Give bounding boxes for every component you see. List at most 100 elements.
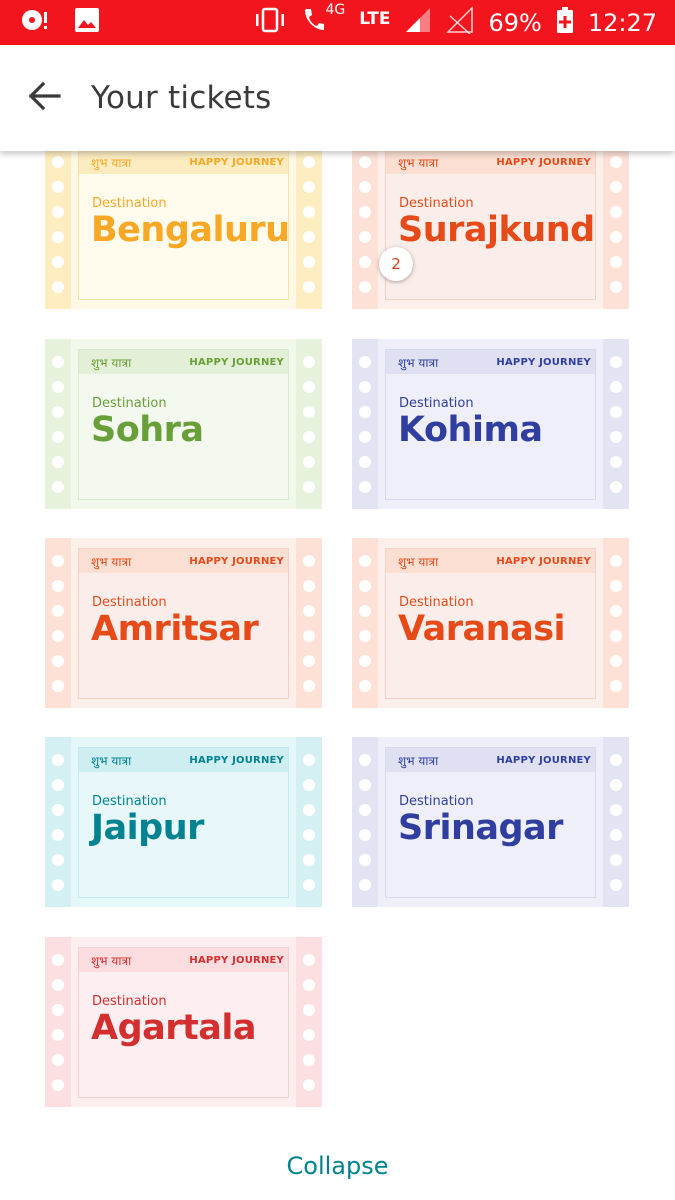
page-title: Your tickets	[91, 80, 272, 116]
ticket-perforation	[52, 255, 64, 268]
ticket-greeting-english: HAPPY JOURNEY	[496, 754, 591, 766]
ticket-perforation	[52, 405, 64, 418]
ticket-edge-left	[45, 937, 71, 1107]
destination-city: Jaipur	[91, 808, 204, 848]
network-label: LTE	[359, 8, 391, 29]
ticket-card[interactable]: शुभ यात्रा HAPPY JOURNEY Destination Varana…	[352, 538, 629, 708]
ticket-card[interactable]: शुभ यात्रा HAPPY JOURNEY Destination Srinag…	[352, 737, 629, 907]
ticket-greeting-hindi: शुभ यात्रा	[398, 355, 439, 370]
ticket-greeting-hindi: शुभ यात्रा	[91, 554, 132, 569]
ticket-perforation	[303, 878, 315, 891]
ticket-perforation	[359, 455, 371, 468]
arrow-left-icon	[28, 81, 62, 116]
ticket-greeting-hindi: शुभ यात्रा	[91, 355, 132, 370]
ticket-header: शुभ यात्रा HAPPY JOURNEY	[79, 549, 288, 573]
ticket-perforation	[303, 1078, 315, 1091]
ticket-edge-right	[603, 151, 629, 309]
ticket-perforation	[359, 405, 371, 418]
ticket-perforation	[359, 604, 371, 617]
destination-label: Destination	[399, 196, 474, 211]
ticket-body: शुभ यात्रा HAPPY JOURNEY Destination Bengal…	[71, 151, 296, 309]
ticket-inner: शुभ यात्रा HAPPY JOURNEY Destination Agarta…	[78, 947, 289, 1098]
ticket-greeting-hindi: शुभ यात्रा	[91, 155, 132, 170]
ticket-perforation	[303, 255, 315, 268]
ticket-card[interactable]: शुभ यात्रा HAPPY JOURNEY Destination Amrits…	[45, 538, 322, 708]
ticket-greeting-english: HAPPY JOURNEY	[189, 754, 284, 766]
destination-city: Sohra	[91, 410, 204, 450]
ticket-card[interactable]: शुभ यात्रा HAPPY JOURNEY Destination Bengal…	[45, 151, 322, 309]
ticket-perforation	[359, 180, 371, 193]
destination-label: Destination	[92, 595, 167, 610]
ticket-card[interactable]: शुभ यात्रा HAPPY JOURNEY Destination Kohima	[352, 339, 629, 509]
ticket-perforation	[610, 380, 622, 393]
back-button[interactable]	[0, 45, 90, 151]
destination-city: Bengaluru	[91, 210, 290, 250]
ticket-greeting-english: HAPPY JOURNEY	[496, 356, 591, 368]
ticket-perforation	[52, 778, 64, 791]
ticket-perforation	[610, 878, 622, 891]
ticket-inner: शुभ यात्रा HAPPY JOURNEY Destination Kohima	[385, 349, 596, 500]
ticket-greeting-hindi: शुभ यात्रा	[398, 554, 439, 569]
ticket-inner: शुभ यात्रा HAPPY JOURNEY Destination Surajk…	[385, 151, 596, 300]
destination-label: Destination	[92, 994, 167, 1009]
destination-city: Agartala	[91, 1008, 256, 1048]
ticket-perforation	[359, 205, 371, 218]
signal-icon	[404, 6, 432, 39]
ticket-perforation	[52, 679, 64, 692]
ticket-perforation	[610, 604, 622, 617]
ticket-header: शुभ यात्रा HAPPY JOURNEY	[386, 350, 595, 374]
ticket-edge-right	[603, 538, 629, 708]
ticket-card[interactable]: शुभ यात्रा HAPPY JOURNEY Destination Agarta…	[45, 937, 322, 1107]
ticket-body: शुभ यात्रा HAPPY JOURNEY Destination Amrits…	[71, 538, 296, 708]
destination-label: Destination	[399, 595, 474, 610]
ticket-edge-right	[296, 339, 322, 509]
ticket-edge-right	[603, 339, 629, 509]
ticket-perforation	[359, 654, 371, 667]
status-bar: 4G LTE 69% 12:27	[0, 0, 675, 45]
ticket-header: शुभ यात्रा HAPPY JOURNEY	[79, 948, 288, 972]
destination-label: Destination	[92, 196, 167, 211]
ticket-perforation	[303, 828, 315, 841]
destination-city: Srinagar	[398, 808, 563, 848]
ticket-perforation	[359, 778, 371, 791]
ticket-body: शुभ यात्रा HAPPY JOURNEY Destination Agarta…	[71, 937, 296, 1107]
ticket-header: शुभ यात्रा HAPPY JOURNEY	[386, 151, 595, 174]
ticket-perforation	[610, 828, 622, 841]
ticket-perforation	[610, 629, 622, 642]
ticket-perforation	[52, 803, 64, 816]
ticket-inner: शुभ यात्रा HAPPY JOURNEY Destination Bengal…	[78, 151, 290, 300]
ticket-perforation	[52, 280, 64, 293]
ticket-header: शुभ यात्रा HAPPY JOURNEY	[386, 549, 595, 573]
destination-label: Destination	[399, 396, 474, 411]
ticket-perforation	[610, 455, 622, 468]
ticket-perforation	[359, 679, 371, 692]
ticket-count-badge: 2	[379, 247, 413, 281]
ticket-body: शुभ यात्रा HAPPY JOURNEY Destination Sohra	[71, 339, 296, 509]
ticket-perforation	[52, 430, 64, 443]
ticket-perforation	[52, 853, 64, 866]
ticket-card[interactable]: शुभ यात्रा HAPPY JOURNEY Destination Jaipur	[45, 737, 322, 907]
call-icon	[301, 6, 325, 39]
ticket-perforation	[359, 554, 371, 567]
clock: 12:27	[587, 8, 657, 37]
ticket-card[interactable]: शुभ यात्रा HAPPY JOURNEY Destination Surajk…	[352, 151, 629, 309]
ticket-perforation	[359, 230, 371, 243]
ticket-perforation	[303, 230, 315, 243]
ticket-header: शुभ यात्रा HAPPY JOURNEY	[79, 151, 288, 174]
ticket-body: शुभ यात्रा HAPPY JOURNEY Destination Surajk…	[378, 151, 603, 309]
ticket-perforation	[359, 753, 371, 766]
ticket-body: शुभ यात्रा HAPPY JOURNEY Destination Kohima	[378, 339, 603, 509]
destination-label: Destination	[399, 794, 474, 809]
ticket-header: शुभ यात्रा HAPPY JOURNEY	[79, 350, 288, 374]
collapse-button[interactable]: Collapse	[0, 1152, 675, 1180]
ticket-body: शुभ यात्रा HAPPY JOURNEY Destination Varana…	[378, 538, 603, 708]
ticket-card[interactable]: शुभ यात्रा HAPPY JOURNEY Destination Sohra	[45, 339, 322, 509]
ticket-perforation	[303, 205, 315, 218]
media-sync-icon	[20, 7, 48, 38]
ticket-perforation	[610, 480, 622, 493]
ticket-perforation	[52, 978, 64, 991]
ticket-perforation	[303, 579, 315, 592]
ticket-perforation	[303, 629, 315, 642]
ticket-greeting-english: HAPPY JOURNEY	[189, 954, 284, 966]
ticket-perforation	[610, 405, 622, 418]
